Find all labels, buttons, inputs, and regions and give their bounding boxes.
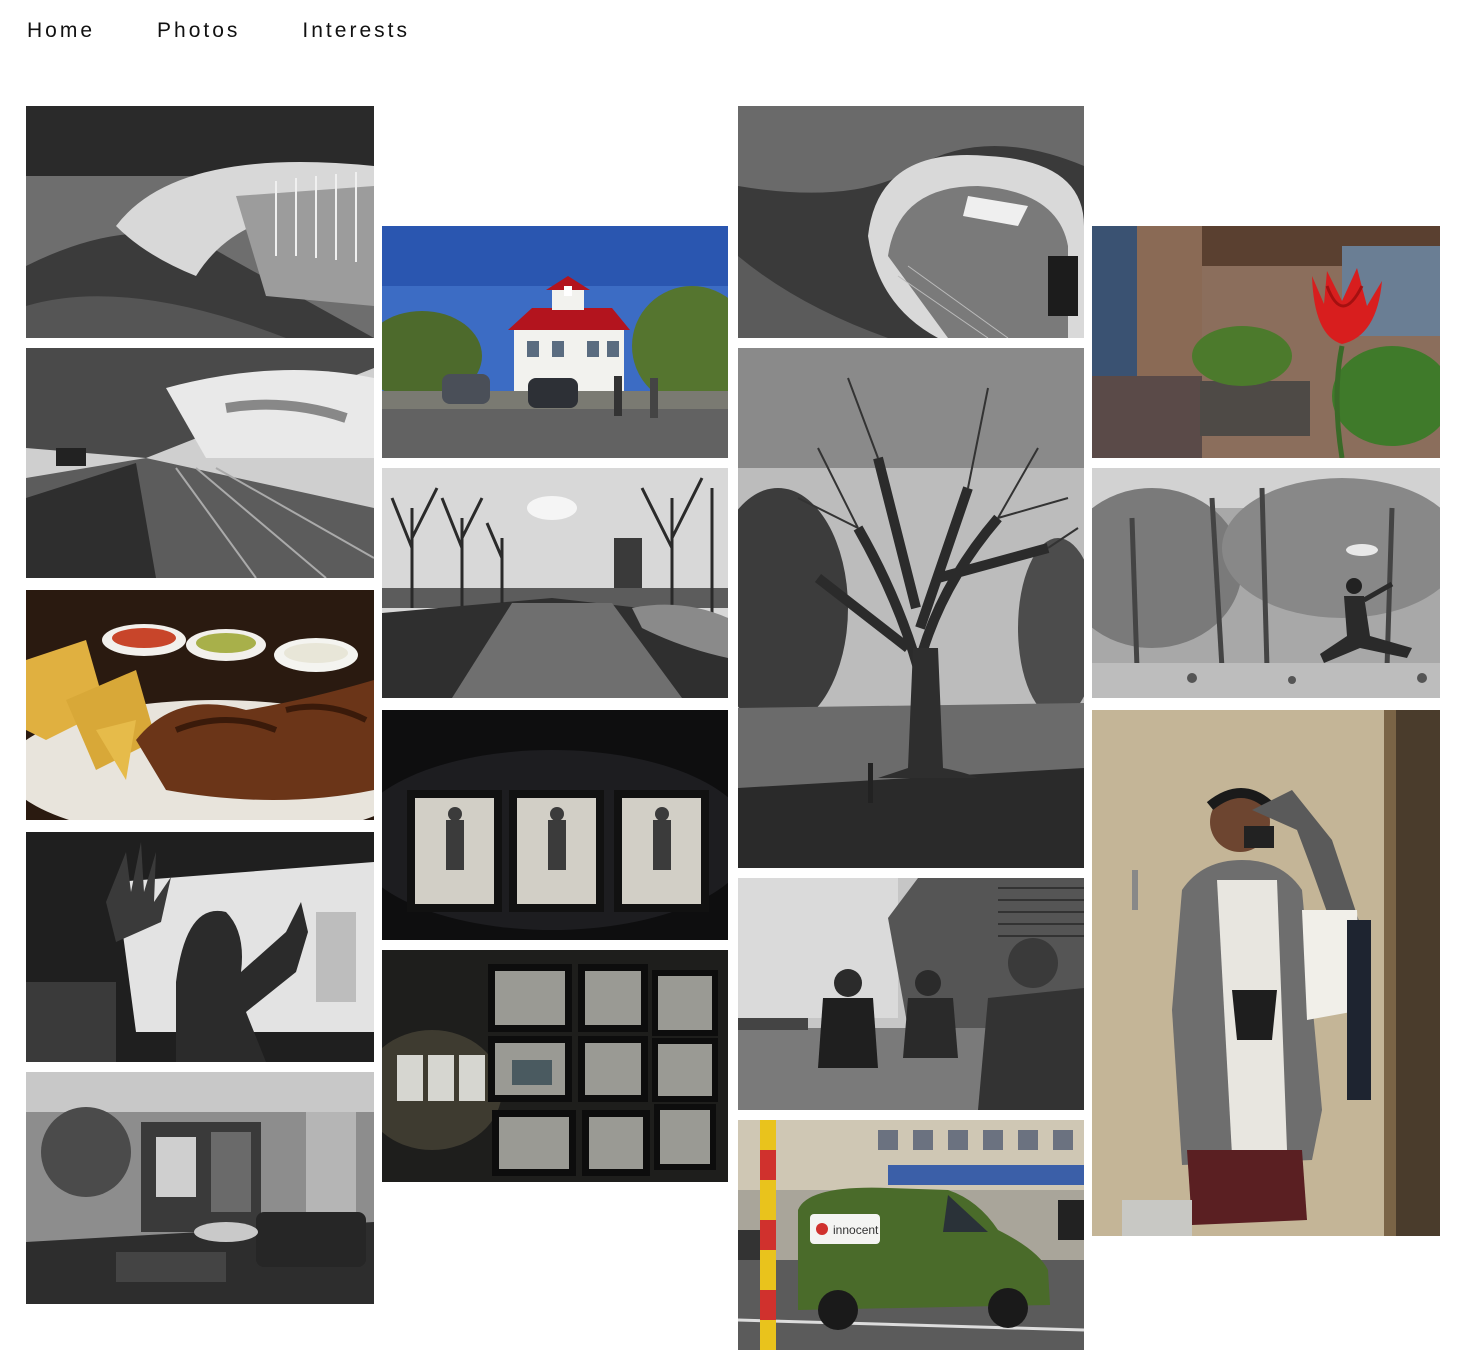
photo-triptych-portraits[interactable]: [382, 710, 728, 940]
nav-interests-link[interactable]: Interests: [302, 18, 410, 44]
photo-shadow-hands[interactable]: [26, 832, 374, 1062]
photo-image: [382, 950, 728, 1182]
photo-image: [1092, 468, 1440, 698]
photo-image: [26, 590, 374, 820]
photo-image: [26, 1072, 374, 1304]
photo-image: innocent: [738, 1120, 1084, 1350]
photo-red-roof-house[interactable]: [382, 226, 728, 458]
photo-curved-station-hall[interactable]: [26, 106, 374, 338]
photo-image: [26, 348, 374, 578]
photo-image: [1092, 226, 1440, 458]
photo-image: [738, 106, 1084, 338]
photo-image: [26, 106, 374, 338]
photo-image: [26, 832, 374, 1062]
photo-image: [738, 878, 1084, 1110]
photo-nachos-and-ribs[interactable]: [26, 590, 374, 820]
nav-home-link[interactable]: Home: [27, 18, 95, 44]
photo-railway-platform[interactable]: [26, 348, 374, 578]
van-brand-text: innocent: [833, 1223, 879, 1237]
photo-friends-cafe-terrace[interactable]: [738, 878, 1084, 1110]
photo-image: [1092, 710, 1440, 1236]
photo-green-grass-van[interactable]: innocent: [738, 1120, 1084, 1350]
top-navigation: Home Photos Interests: [27, 18, 410, 44]
photo-big-old-tree[interactable]: [738, 348, 1084, 868]
photo-image: [382, 468, 728, 698]
photo-curved-interior[interactable]: [738, 106, 1084, 338]
photo-canal-trees[interactable]: [382, 468, 728, 698]
photo-image: [382, 710, 728, 940]
photo-gallery-page: Home Photos Interests innocent: [0, 0, 1470, 1372]
photo-gallery-wall-prints[interactable]: [382, 950, 728, 1182]
nav-photos-link[interactable]: Photos: [157, 18, 240, 44]
photo-red-tulip[interactable]: [1092, 226, 1440, 458]
photo-image: [738, 348, 1084, 868]
photo-frisbee-park[interactable]: [1092, 468, 1440, 698]
photo-living-room[interactable]: [26, 1072, 374, 1304]
photo-image: [382, 226, 728, 458]
photo-mirror-selfie[interactable]: [1092, 710, 1440, 1236]
